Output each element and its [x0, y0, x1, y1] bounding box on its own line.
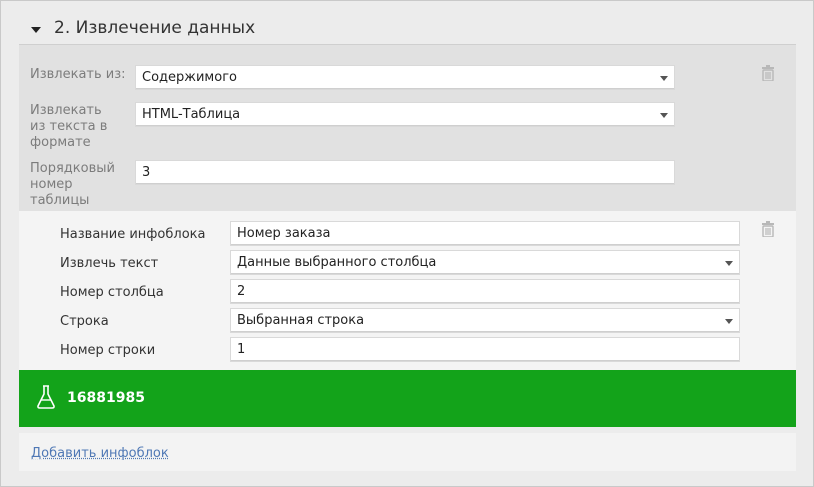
chevron-down-icon: [660, 113, 668, 118]
table-number-input[interactable]: 3: [135, 160, 675, 185]
caret-down-icon[interactable]: [31, 27, 41, 33]
chevron-down-icon: [660, 76, 668, 81]
row-label: Строка: [60, 314, 109, 329]
row-number-value: 1: [237, 342, 246, 357]
row-value: Выбранная строка: [237, 313, 365, 328]
column-number-label: Номер столбца: [60, 285, 164, 300]
row-number-label: Номер строки: [60, 343, 156, 358]
row-select[interactable]: Выбранная строка: [230, 308, 740, 333]
extract-format-value: HTML-Таблица: [142, 107, 241, 122]
infoblock-name-input[interactable]: Номер заказа: [230, 221, 740, 246]
settings-panel: 2. Извлечение данных Извлекать из: Содер…: [0, 0, 814, 487]
infoblock-name-value: Номер заказа: [237, 226, 331, 241]
column-number-input[interactable]: 2: [230, 279, 740, 304]
section-header[interactable]: 2. Извлечение данных: [19, 11, 796, 45]
extract-format-label: Извлекать из текста в формате: [30, 103, 108, 150]
extract-from-value: Содержимого: [142, 70, 237, 85]
extract-text-value: Данные выбранного столбца: [237, 255, 437, 270]
extract-from-label: Извлекать из:: [30, 67, 126, 82]
table-number-label: Порядковый номер таблицы: [30, 161, 115, 208]
extract-text-select[interactable]: Данные выбранного столбца: [230, 250, 740, 275]
table-number-value: 3: [142, 165, 151, 180]
trash-icon[interactable]: [761, 65, 775, 81]
test-result-bar: 16881985: [19, 370, 796, 427]
chevron-down-icon: [725, 261, 733, 266]
trash-icon[interactable]: [761, 221, 775, 237]
column-number-value: 2: [237, 284, 246, 299]
infoblock-name-label: Название инфоблока: [60, 227, 206, 242]
section-title: 2. Извлечение данных: [54, 18, 256, 38]
row-number-input[interactable]: 1: [230, 337, 740, 362]
infoblock-settings: Название инфоблока Номер заказа Извлечь …: [19, 211, 796, 370]
test-result-value: 16881985: [67, 390, 145, 406]
extract-settings: Извлекать из: Содержимого Извлекать из т…: [19, 45, 796, 211]
flask-icon: [37, 385, 55, 409]
extract-from-select[interactable]: Содержимого: [135, 65, 675, 90]
extract-text-label: Извлечь текст: [60, 256, 159, 271]
chevron-down-icon: [725, 319, 733, 324]
extract-format-select[interactable]: HTML-Таблица: [135, 102, 675, 127]
add-infoblock-link[interactable]: Добавить инфоблок: [31, 446, 169, 461]
add-infoblock-row: Добавить инфоблок: [19, 433, 796, 471]
